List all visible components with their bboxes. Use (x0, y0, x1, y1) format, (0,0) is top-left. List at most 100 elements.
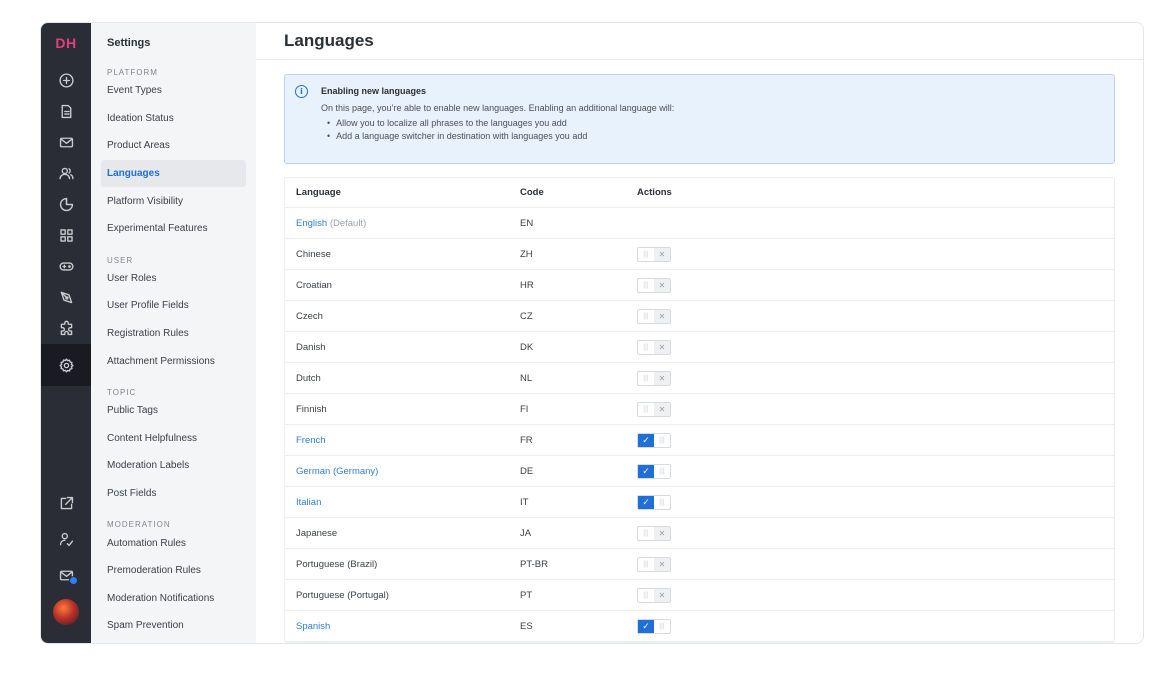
language-code: PT-BR (520, 558, 548, 570)
grid-icon[interactable] (41, 220, 91, 251)
actions-cell: ✓ ||| (637, 432, 1114, 448)
language-toggle[interactable]: ||| ✕ (637, 246, 671, 262)
puzzle-icon[interactable] (41, 313, 91, 344)
language-name: Danish (296, 341, 326, 353)
nav-item-product-areas[interactable]: Product Areas (101, 132, 246, 160)
table-row: Danish DK ||| ✕ (285, 332, 1114, 363)
language-name: Croatian (296, 279, 332, 291)
main-content: Languages i Enabling new languages On th… (256, 23, 1143, 643)
languages-content: i Enabling new languages On this page, y… (256, 60, 1143, 643)
language-name[interactable]: French (296, 435, 326, 446)
language-toggle[interactable]: ||| ✕ (637, 277, 671, 293)
app-window: DH Settings PLATFORM Event Types Ideatio… (40, 22, 1144, 644)
close-icon: ✕ (654, 402, 670, 416)
column-header-actions: Actions (637, 187, 672, 198)
language-toggle[interactable]: ||| ✕ (637, 339, 671, 355)
info-banner: i Enabling new languages On this page, y… (284, 74, 1115, 164)
close-icon: ✕ (654, 557, 670, 571)
nav-item-content-helpfulness[interactable]: Content Helpfulness (101, 425, 246, 453)
grip-icon: ||| (643, 312, 649, 320)
plus-circle-icon[interactable] (41, 65, 91, 96)
language-toggle[interactable]: ✓ ||| (637, 463, 671, 479)
page-title: Languages (284, 31, 374, 50)
actions-cell: ||| ✕ (637, 308, 1114, 324)
info-bullet: Allow you to localize all phrases to the… (327, 117, 1102, 130)
language-name: Finnish (296, 403, 327, 415)
nav-item-registration-rules[interactable]: Registration Rules (101, 320, 246, 348)
external-link-icon[interactable] (41, 485, 91, 521)
gear-icon[interactable] (41, 344, 91, 386)
info-list: Allow you to localize all phrases to the… (327, 117, 1102, 143)
language-cell: Danish (285, 342, 520, 353)
grip-icon: ||| (643, 250, 649, 258)
table-row: Czech CZ ||| ✕ (285, 301, 1114, 332)
nav-section-platform: PLATFORM (107, 68, 158, 77)
language-toggle[interactable]: ✓ ||| (637, 432, 671, 448)
grip-icon: ||| (643, 591, 649, 599)
mail-badge-icon[interactable] (41, 557, 91, 593)
nav-item-moderation-labels[interactable]: Moderation Labels (101, 452, 246, 480)
nav-section-topic: TOPIC (107, 387, 137, 397)
users-icon[interactable] (41, 158, 91, 189)
table-row: Portuguese (Portugal) PT ||| ✕ (285, 580, 1114, 611)
nav-item-user-roles[interactable]: User Roles (101, 265, 246, 293)
language-toggle[interactable]: ✓ ||| (637, 494, 671, 510)
language-code: FR (520, 434, 533, 446)
nav-item-automation-rules[interactable]: Automation Rules (101, 529, 246, 557)
grip-icon: ||| (643, 560, 649, 568)
nav-item-premoderation-rules[interactable]: Premoderation Rules (101, 557, 246, 585)
language-cell: Japanese (285, 528, 520, 539)
language-name[interactable]: Spanish (296, 621, 330, 632)
actions-cell: ✓ ||| (637, 618, 1114, 634)
avatar[interactable] (53, 599, 79, 625)
language-cell: Italian (285, 497, 520, 508)
language-toggle[interactable]: ✓ ||| (637, 618, 671, 634)
user-route-icon[interactable] (41, 521, 91, 557)
nav-item-ideation-status[interactable]: Ideation Status (101, 105, 246, 133)
language-toggle[interactable]: ||| ✕ (637, 401, 671, 417)
actions-cell: ||| ✕ (637, 339, 1114, 355)
language-cell: French (285, 435, 520, 446)
language-name[interactable]: Italian (296, 497, 321, 508)
nav-item-post-fields[interactable]: Post Fields (101, 480, 246, 508)
nav-item-user-profile-fields[interactable]: User Profile Fields (101, 292, 246, 320)
gamepad-icon[interactable] (41, 251, 91, 282)
info-text: On this page, you’re able to enable new … (321, 103, 675, 113)
language-code: HR (520, 279, 534, 291)
nav-item-languages[interactable]: Languages (101, 159, 246, 188)
language-cell: Czech (285, 311, 520, 322)
language-code: CZ (520, 310, 533, 322)
column-header-language: Language (296, 187, 341, 198)
grip-icon: ||| (659, 622, 665, 630)
language-name: Portuguese (Portugal) (296, 589, 389, 601)
language-code: NL (520, 372, 533, 384)
table-row: English (Default) EN (285, 208, 1114, 239)
brand-logo[interactable]: DH (55, 23, 76, 63)
language-cell: Chinese (285, 249, 520, 260)
pie-chart-icon[interactable] (41, 189, 91, 220)
mail-icon[interactable] (41, 127, 91, 158)
nav-item-event-types[interactable]: Event Types (101, 77, 246, 105)
nav-item-public-tags[interactable]: Public Tags (101, 397, 246, 425)
language-toggle[interactable]: ||| ✕ (637, 556, 671, 572)
language-code: IT (520, 496, 529, 508)
nav-item-attachment-permissions[interactable]: Attachment Permissions (101, 347, 246, 375)
pen-icon[interactable] (41, 282, 91, 313)
document-icon[interactable] (41, 96, 91, 127)
icon-rail: DH (41, 23, 91, 643)
nav-section-moderation: MODERATION (107, 520, 171, 530)
grip-icon: ||| (659, 436, 665, 444)
language-toggle[interactable]: ||| ✕ (637, 525, 671, 541)
nav-item-moderation-notifications[interactable]: Moderation Notifications (101, 585, 246, 613)
check-icon: ✓ (638, 464, 654, 478)
close-icon: ✕ (654, 371, 670, 385)
nav-item-platform-visibility[interactable]: Platform Visibility (101, 187, 246, 215)
language-toggle[interactable]: ||| ✕ (637, 370, 671, 386)
nav-item-experimental-features[interactable]: Experimental Features (101, 215, 246, 243)
language-toggle[interactable]: ||| ✕ (637, 308, 671, 324)
nav-item-spam-prevention[interactable]: Spam Prevention (101, 612, 246, 640)
language-name[interactable]: German (Germany) (296, 466, 378, 477)
actions-cell: ||| ✕ (637, 587, 1114, 603)
language-name[interactable]: English (296, 218, 327, 229)
language-toggle[interactable]: ||| ✕ (637, 587, 671, 603)
